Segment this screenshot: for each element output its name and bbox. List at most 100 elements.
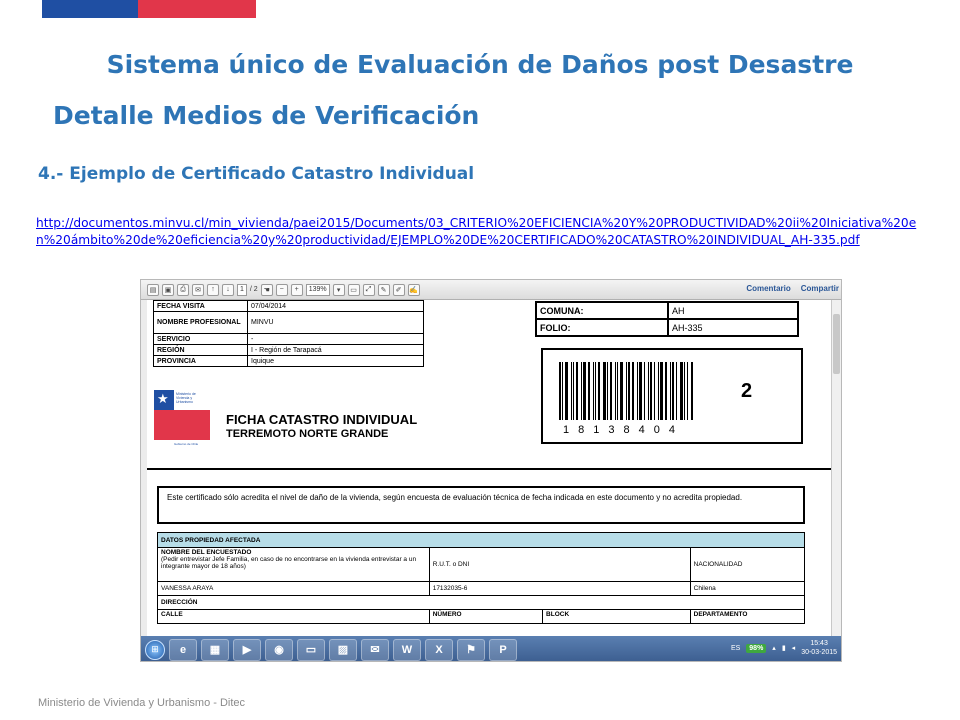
logo-footer: Gobierno de Chile — [174, 442, 199, 446]
battery-indicator[interactable]: 98% — [746, 643, 767, 653]
barcode-bar — [581, 362, 582, 420]
barcode-bar — [639, 362, 642, 420]
field-value: Iquique — [247, 355, 424, 367]
page-number-input[interactable]: 1 — [237, 283, 247, 296]
folder-icon[interactable]: ▭ — [297, 638, 325, 661]
word-icon[interactable]: W — [393, 638, 421, 661]
table-row: VANESSA ARAYA 17132035-6 Chilena — [157, 581, 806, 596]
logo-text: Ministerio de Vivienda y Urbanismo — [176, 392, 196, 404]
barcode-bar — [617, 362, 618, 420]
barcode-bar — [670, 362, 671, 420]
slide-subtitle: Detalle Medios de Verificación — [53, 101, 480, 130]
save-icon[interactable]: ▣ — [162, 283, 174, 296]
zoom-in-icon[interactable]: + — [290, 283, 303, 296]
document-link[interactable]: http://documentos.minvu.cl/min_vivienda/… — [36, 215, 924, 249]
ie-icon[interactable]: e — [169, 638, 197, 661]
pdf-scrollbar[interactable] — [831, 300, 841, 642]
highlight-icon[interactable]: ✐ — [392, 283, 405, 296]
open-icon[interactable]: ▤ — [147, 283, 159, 296]
barcode-bar — [595, 362, 596, 420]
barcode-bar — [562, 362, 563, 420]
barcode-bar — [658, 362, 659, 420]
comuna-label: COMUNA: — [535, 301, 669, 320]
folio-label: FOLIO: — [535, 318, 669, 337]
table-row: PROVINCIA Iquique — [153, 355, 424, 367]
network-icon[interactable]: ▮ — [782, 644, 786, 652]
table-row: SERVICIO - — [153, 333, 424, 345]
fit-page-icon[interactable]: ▭ — [347, 283, 360, 296]
field-label: PROVINCIA — [153, 355, 248, 367]
zoom-select[interactable]: 139% — [305, 283, 330, 296]
flag-bar — [42, 0, 256, 18]
zoom-out-icon[interactable]: − — [275, 283, 288, 296]
next-page-icon[interactable]: ↓ — [222, 283, 234, 296]
clock[interactable]: 15:43 30-03-2015 — [801, 639, 837, 657]
prev-page-icon[interactable]: ↑ — [207, 283, 219, 296]
comment-icon[interactable]: ✎ — [377, 283, 390, 296]
barcode-bar — [610, 362, 612, 420]
barcode-bar — [637, 362, 638, 420]
barcode-bar — [676, 362, 677, 420]
encuestado-value: VANESSA ARAYA — [157, 581, 430, 596]
page-total: / 2 — [249, 286, 258, 293]
encuestado-note: (Pedir entrevistar Jefe Familia, en caso… — [161, 556, 417, 570]
pdf-screenshot: ▤ ▣ ⎙ ✉ ↑ ↓ 1 / 2 ☚ − + 139% ▾ ▭ ⤢ ✎ ✐ ✍… — [140, 279, 842, 662]
barcode-bar — [593, 362, 594, 420]
chrome-icon[interactable]: ◉ — [265, 638, 293, 661]
encuestado-label: NOMBRE DEL ENCUESTADO — [161, 549, 252, 556]
table-row: DIRECCIÓN — [157, 595, 805, 610]
volume-icon[interactable]: ◂ — [792, 644, 796, 652]
slide-title: Sistema único de Evaluación de Daños pos… — [106, 50, 854, 79]
barcode-bar — [607, 362, 608, 420]
departamento-label: DEPARTAMENTO — [689, 609, 806, 624]
scroll-thumb[interactable] — [833, 314, 840, 374]
media-player-icon[interactable]: ▶ — [233, 638, 261, 661]
barcode-box: 18138404 2 — [541, 348, 803, 444]
outlook-icon[interactable]: ✉ — [361, 638, 389, 661]
excel-icon[interactable]: X — [425, 638, 453, 661]
barcode-bar — [650, 362, 652, 420]
ficha-subtitle: TERREMOTO NORTE GRANDE — [226, 428, 389, 440]
barcode-bar — [626, 362, 627, 420]
barcode-bar — [648, 362, 649, 420]
photos-icon[interactable]: ▨ — [329, 638, 357, 661]
comment-button[interactable]: Comentario — [746, 284, 790, 293]
field-value: I - Región de Tarapacá — [247, 344, 424, 356]
property-data-table: DATOS PROPIEDAD AFECTADA NOMBRE DEL ENCU… — [157, 532, 806, 624]
table-row: FECHA VISITA 07/04/2014 — [153, 300, 424, 312]
barcode-bar — [571, 362, 572, 420]
powerpoint-icon[interactable]: P — [489, 638, 517, 661]
barcode-bar — [603, 362, 606, 420]
mail-icon[interactable]: ✉ — [192, 283, 204, 296]
field-label: FECHA VISITA — [153, 300, 248, 312]
acrobat-icon[interactable]: ⚑ — [457, 638, 485, 661]
minvu-logo: ★ Ministerio de Vivienda y Urbanismo Gob… — [154, 390, 210, 452]
pdf-toolbar: ▤ ▣ ⎙ ✉ ↑ ↓ 1 / 2 ☚ − + 139% ▾ ▭ ⤢ ✎ ✐ ✍… — [141, 280, 841, 300]
barcode-bar — [632, 362, 634, 420]
windows-taskbar: ⊞ e ▦ ▶ ◉ ▭ ▨ ✉ W X ⚑ P ES 98% ▴ ▮ ◂ 15:… — [141, 636, 841, 661]
barcode-bar — [680, 362, 683, 420]
barcode-bar — [665, 362, 667, 420]
barcode-bar — [644, 362, 645, 420]
share-button[interactable]: Compartir — [801, 284, 839, 293]
chevron-down-icon[interactable]: ▾ — [332, 283, 345, 296]
barcode-bar — [559, 362, 561, 420]
table-row: REGIÓN I - Región de Tarapacá — [153, 344, 424, 356]
libraries-icon[interactable]: ▦ — [201, 638, 229, 661]
language-indicator[interactable]: ES — [731, 645, 740, 652]
toolbar-right: Comentario Compartir — [746, 284, 839, 293]
print-icon[interactable]: ⎙ — [177, 283, 189, 296]
flag-red-stripe — [138, 0, 256, 18]
barcode-bar — [598, 362, 600, 420]
ficha-title: FICHA CATASTRO INDIVIDUAL — [226, 412, 418, 427]
field-value: 07/04/2014 — [247, 300, 424, 312]
table-row: NOMBRE DEL ENCUESTADO (Pedir entrevistar… — [157, 547, 806, 582]
sign-icon[interactable]: ✍ — [407, 283, 420, 296]
hand-tool-icon[interactable]: ☚ — [260, 283, 273, 296]
section-datos-header: DATOS PROPIEDAD AFECTADA — [157, 532, 805, 548]
comuna-value: AH — [667, 301, 799, 320]
visit-info-table: FECHA VISITA 07/04/2014 NOMBRE PROFESION… — [153, 300, 424, 367]
start-button[interactable]: ⊞ — [145, 639, 165, 660]
fullscreen-icon[interactable]: ⤢ — [362, 283, 375, 296]
tray-chevron-icon[interactable]: ▴ — [772, 644, 776, 652]
